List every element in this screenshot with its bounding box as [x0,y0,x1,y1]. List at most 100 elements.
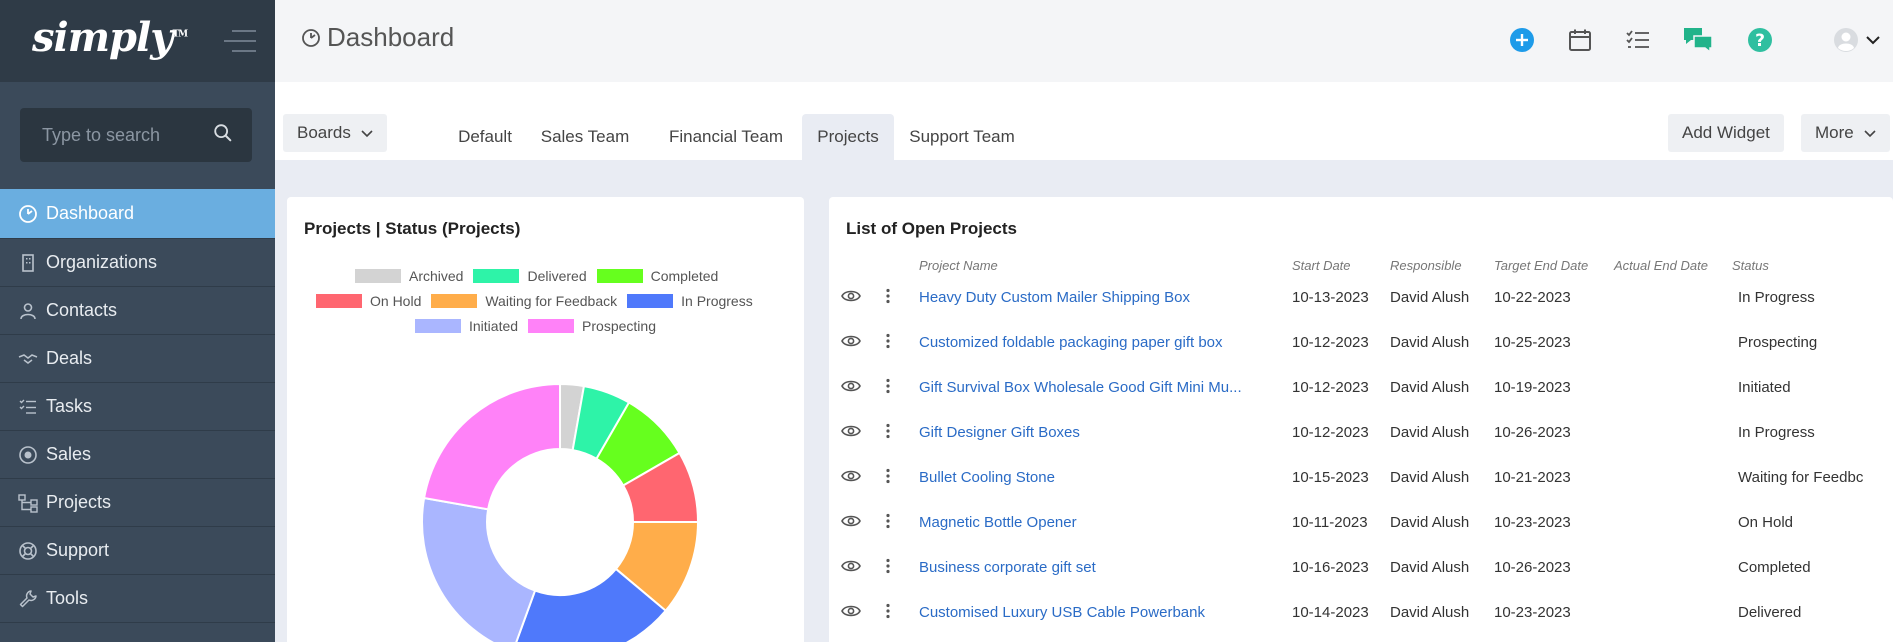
sidebar: simplyTM Dashboard Organizations Contact… [0,0,275,642]
project-name-cell: Magnetic Bottle Opener [905,500,1292,545]
sidebar-item-label: Sales [46,444,92,464]
target-end-date-cell: 10-23-2023 [1494,514,1571,531]
sidebar-search [20,108,252,162]
donut-chart [421,382,700,642]
donut-slice-prospecting[interactable] [422,382,561,511]
start-date-cell: 10-14-2023 [1292,604,1369,621]
search-input[interactable] [20,108,210,162]
eye-icon[interactable] [841,470,861,487]
eye-icon[interactable] [841,425,861,442]
table-row: Magnetic Bottle Opener 10-11-2023 David Al… [829,500,1892,545]
menu-toggle-icon[interactable] [224,30,256,54]
actual-end-date-cell [1614,275,1732,320]
eye-icon[interactable] [841,605,861,622]
eye-icon[interactable] [841,335,861,352]
sidebar-nav: Dashboard Organizations Contacts Deals T… [0,189,275,623]
tasks-button[interactable] [1624,26,1652,54]
sidebar-item-support[interactable]: Support [0,527,275,575]
sidebar-item-sales[interactable]: Sales [0,431,275,479]
status-cell: Delivered [1738,604,1802,621]
status-cell: On Hold [1738,514,1794,531]
project-link[interactable]: Business corporate gift set [919,559,1096,576]
chat-icon [1684,28,1713,54]
view-cell [829,410,869,455]
tab-projects[interactable]: Projects [802,114,894,160]
sidebar-item-projects[interactable]: Projects [0,479,275,527]
more-vertical-icon[interactable] [885,378,891,398]
actions-cell [869,410,905,455]
building-icon [18,253,38,273]
sidebar-item-tools[interactable]: Tools [0,575,275,623]
eye-icon[interactable] [841,380,861,397]
help-icon: ? [1748,28,1772,52]
tab-financial-team[interactable]: Financial Team [651,114,801,160]
col-project-name[interactable]: Project Name [905,255,1292,275]
eye-icon[interactable] [841,290,861,307]
projects-table: Project Name Start Date Responsible Targ… [829,255,1892,635]
eye-icon[interactable] [841,515,861,532]
tab-sales-team[interactable]: Sales Team [533,114,637,160]
actions-cell [869,590,905,635]
sidebar-item-tasks[interactable]: Tasks [0,383,275,431]
more-vertical-icon[interactable] [885,288,891,308]
sidebar-item-organizations[interactable]: Organizations [0,239,275,287]
add-widget-button[interactable]: Add Widget [1668,114,1784,152]
col-start-date[interactable]: Start Date [1292,255,1390,275]
more-vertical-icon[interactable] [885,603,891,623]
start-date-cell: 10-12-2023 [1292,379,1369,396]
user-menu[interactable] [1833,26,1881,54]
sitemap-icon [18,493,38,513]
top-header: Dashboard ? [275,0,1893,82]
view-cell [829,590,869,635]
search-icon[interactable] [212,122,234,144]
tab-default[interactable]: Default [447,114,523,160]
more-vertical-icon[interactable] [885,423,891,443]
eye-icon[interactable] [841,560,861,577]
donut-slice-initiated[interactable] [421,496,537,642]
checklist-icon [1626,30,1649,48]
more-vertical-icon[interactable] [885,468,891,488]
project-link[interactable]: Magnetic Bottle Opener [919,514,1077,531]
chevron-down-icon [1866,36,1880,45]
tab-support-team[interactable]: Support Team [902,114,1022,160]
boards-dropdown[interactable]: Boards [283,114,387,152]
page-title-text: Dashboard [327,22,455,52]
project-link[interactable]: Customized foldable packaging paper gift… [919,334,1223,351]
sidebar-item-label: Organizations [46,252,158,272]
simply-logo[interactable]: simplyTM [32,14,188,61]
dashboard-icon [302,28,320,47]
chat-button[interactable] [1682,26,1714,54]
project-link[interactable]: Heavy Duty Custom Mailer Shipping Box [919,289,1190,306]
view-cell [829,455,869,500]
sidebar-item-dashboard[interactable]: Dashboard [0,189,275,239]
more-dropdown[interactable]: More [1801,114,1890,152]
start-date-cell: 10-12-2023 [1292,424,1369,441]
col-responsible[interactable]: Responsible [1390,255,1494,275]
project-name-cell: Customised Luxury USB Cable Powerbank [905,590,1292,635]
col-actual-end-date[interactable]: Actual End Date [1614,255,1732,275]
more-vertical-icon[interactable] [885,558,891,578]
add-new-button[interactable] [1508,26,1536,54]
project-link[interactable]: Gift Survival Box Wholesale Good Gift Mi… [919,379,1242,396]
target-end-date-cell: 10-23-2023 [1494,604,1571,621]
project-link[interactable]: Customised Luxury USB Cable Powerbank [919,604,1205,621]
project-link[interactable]: Gift Designer Gift Boxes [919,424,1080,441]
col-target-end-date[interactable]: Target End Date [1494,255,1614,275]
project-link[interactable]: Bullet Cooling Stone [919,469,1055,486]
help-button[interactable]: ? [1746,26,1774,54]
chevron-down-icon [361,130,373,138]
sidebar-item-contacts[interactable]: Contacts [0,287,275,335]
sidebar-item-deals[interactable]: Deals [0,335,275,383]
start-date-cell: 10-12-2023 [1292,334,1369,351]
board-tabs-bar: Boards Default Sales Team Financial Team… [275,82,1893,160]
view-cell [829,320,869,365]
more-vertical-icon[interactable] [885,333,891,353]
boards-label: Boards [297,123,351,142]
lifebuoy-icon [18,541,38,561]
view-cell [829,275,869,320]
col-status[interactable]: Status [1732,255,1892,275]
calendar-button[interactable] [1566,26,1594,54]
actions-cell [869,320,905,365]
tab-label: Support Team [909,127,1015,146]
more-vertical-icon[interactable] [885,513,891,533]
